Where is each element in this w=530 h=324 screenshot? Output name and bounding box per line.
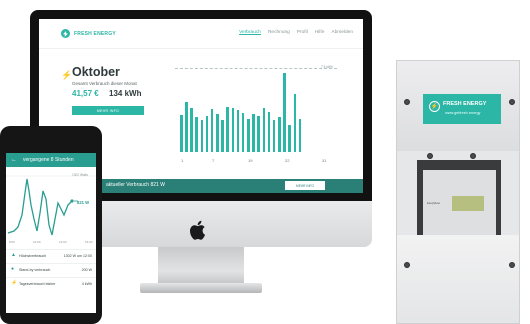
screw-icon (404, 262, 410, 268)
lightning-icon: ▲ (11, 252, 16, 258)
chart-limit-label: 7,5 kWh (321, 65, 333, 69)
x-tick-label: 16:00 (85, 240, 93, 244)
chart-bar (272, 119, 276, 152)
chart-bar (298, 118, 302, 152)
more-info-button[interactable]: MEHR INFO (72, 106, 144, 115)
nav-item-rechnung[interactable]: Rechnung (268, 30, 290, 35)
stat-row-peak[interactable]: ▲ Höchstverbrauch 1302 W um 12:00 (6, 249, 96, 261)
stat-label: Tagesverbrauch bisher (19, 281, 56, 286)
chart-bar (200, 119, 204, 152)
lightning-icon: ⚡ (61, 70, 73, 80)
chart-bar (267, 112, 271, 152)
stat-value: 200 W (81, 267, 92, 272)
stat-value: 1302 W um 12:00 (63, 253, 92, 258)
x-tick-label: 1 (181, 158, 184, 163)
chart-bar (283, 73, 286, 152)
chart-bar (288, 125, 291, 152)
chart-bar (278, 117, 281, 152)
top-nav-bar: FRESH ENERGY Verbrauch Rechnung Profil H… (39, 19, 363, 49)
x-tick-label: 19 (248, 158, 253, 163)
chart-bar (216, 114, 219, 152)
x-tick-label: 31 (322, 158, 327, 163)
stat-label: Höchstverbrauch (19, 253, 47, 258)
chart-bar (190, 107, 193, 152)
back-arrow-icon[interactable]: ← (11, 157, 17, 163)
stat-label: Stand-by verbrauch (19, 267, 51, 272)
screw-icon (427, 153, 433, 159)
power-line (7, 178, 73, 236)
x-tick-label: 7 (212, 158, 215, 163)
power-line-chart (6, 175, 96, 236)
chart-bar (236, 109, 240, 152)
mobile-app-screen: ← vergangene 8 Stunden 1302 Watts 821 W … (6, 153, 96, 313)
lightning-icon: ⚡ (429, 101, 440, 112)
screw-icon (509, 262, 515, 268)
mobile-title: vergangene 8 Stunden (23, 157, 74, 163)
brand-logo-icon[interactable] (61, 29, 70, 38)
chart-bar (185, 102, 188, 152)
chart-bar (195, 117, 198, 152)
strip-more-info-button[interactable]: MEHR INFO (285, 181, 325, 190)
nav-item-hilfe[interactable]: Hilfe (315, 30, 325, 35)
chart-bar (210, 108, 214, 152)
chart-bar (180, 115, 183, 152)
screw-icon (509, 99, 515, 105)
screw-icon (404, 99, 410, 105)
x-tick-label: 10:00 (33, 240, 41, 244)
x-tick-label: 22 (285, 158, 290, 163)
chart-bar (241, 113, 245, 152)
total-energy: 134 kWh (109, 89, 142, 98)
meter-url: www.getfresh.energy (445, 111, 481, 115)
chart-bar (247, 118, 250, 152)
chart-bar (257, 116, 260, 152)
month-title: Oktober (72, 65, 120, 79)
lightning-icon: ⚡ (11, 280, 18, 286)
imac-stand-base (140, 283, 262, 293)
meter-maker: EasyMeter (427, 201, 441, 205)
meter-brand: FRESH ENERGY (443, 101, 487, 107)
meter-lcd-display (452, 196, 484, 211)
x-tick-label: 13:00 (59, 240, 67, 244)
current-consumption-text: aktueller Verbrauch 821 W (106, 182, 165, 188)
stat-row-daily[interactable]: ⚡ Tagesverbrauch bisher 4 kWh (6, 277, 96, 289)
current-watts: 821 W (77, 200, 90, 205)
chart-bar (262, 107, 266, 152)
consumption-subtitle: Gesamt Verbrauch dieser Monat (72, 81, 137, 86)
product-showcase: FRESH ENERGY Verbrauch Rechnung Profil H… (0, 0, 530, 324)
chart-bar (221, 119, 224, 152)
chart-bar (252, 114, 255, 152)
chart-bar (226, 106, 229, 152)
chart-bar (293, 93, 297, 152)
daily-consumption-chart (179, 71, 339, 152)
main-nav: Verbrauch Rechnung Profil Hilfe Abmelden (239, 30, 353, 35)
imac-stand (158, 247, 244, 287)
mobile-header: ← vergangene 8 Stunden (6, 153, 96, 167)
stat-value: 4 kWh (81, 281, 92, 286)
current-point (70, 199, 74, 203)
brand-name: FRESH ENERGY (74, 30, 116, 37)
chart-bar (205, 116, 209, 152)
apple-logo-icon (190, 220, 205, 240)
dot-icon: ● (11, 266, 15, 272)
nav-item-abmelden[interactable]: Abmelden (331, 30, 353, 35)
chart-limit-line (175, 68, 337, 69)
chart-bar (231, 107, 235, 152)
nav-item-verbrauch[interactable]: Verbrauch (239, 30, 261, 35)
x-tick-label: 8:00 (9, 240, 15, 244)
meter-terminal-cover (397, 235, 519, 323)
screw-icon (470, 153, 476, 159)
nav-item-profil[interactable]: Profil (297, 30, 308, 35)
stat-row-standby[interactable]: ● Stand-by verbrauch 200 W (6, 263, 96, 275)
total-price: 41,57 € (72, 89, 99, 98)
